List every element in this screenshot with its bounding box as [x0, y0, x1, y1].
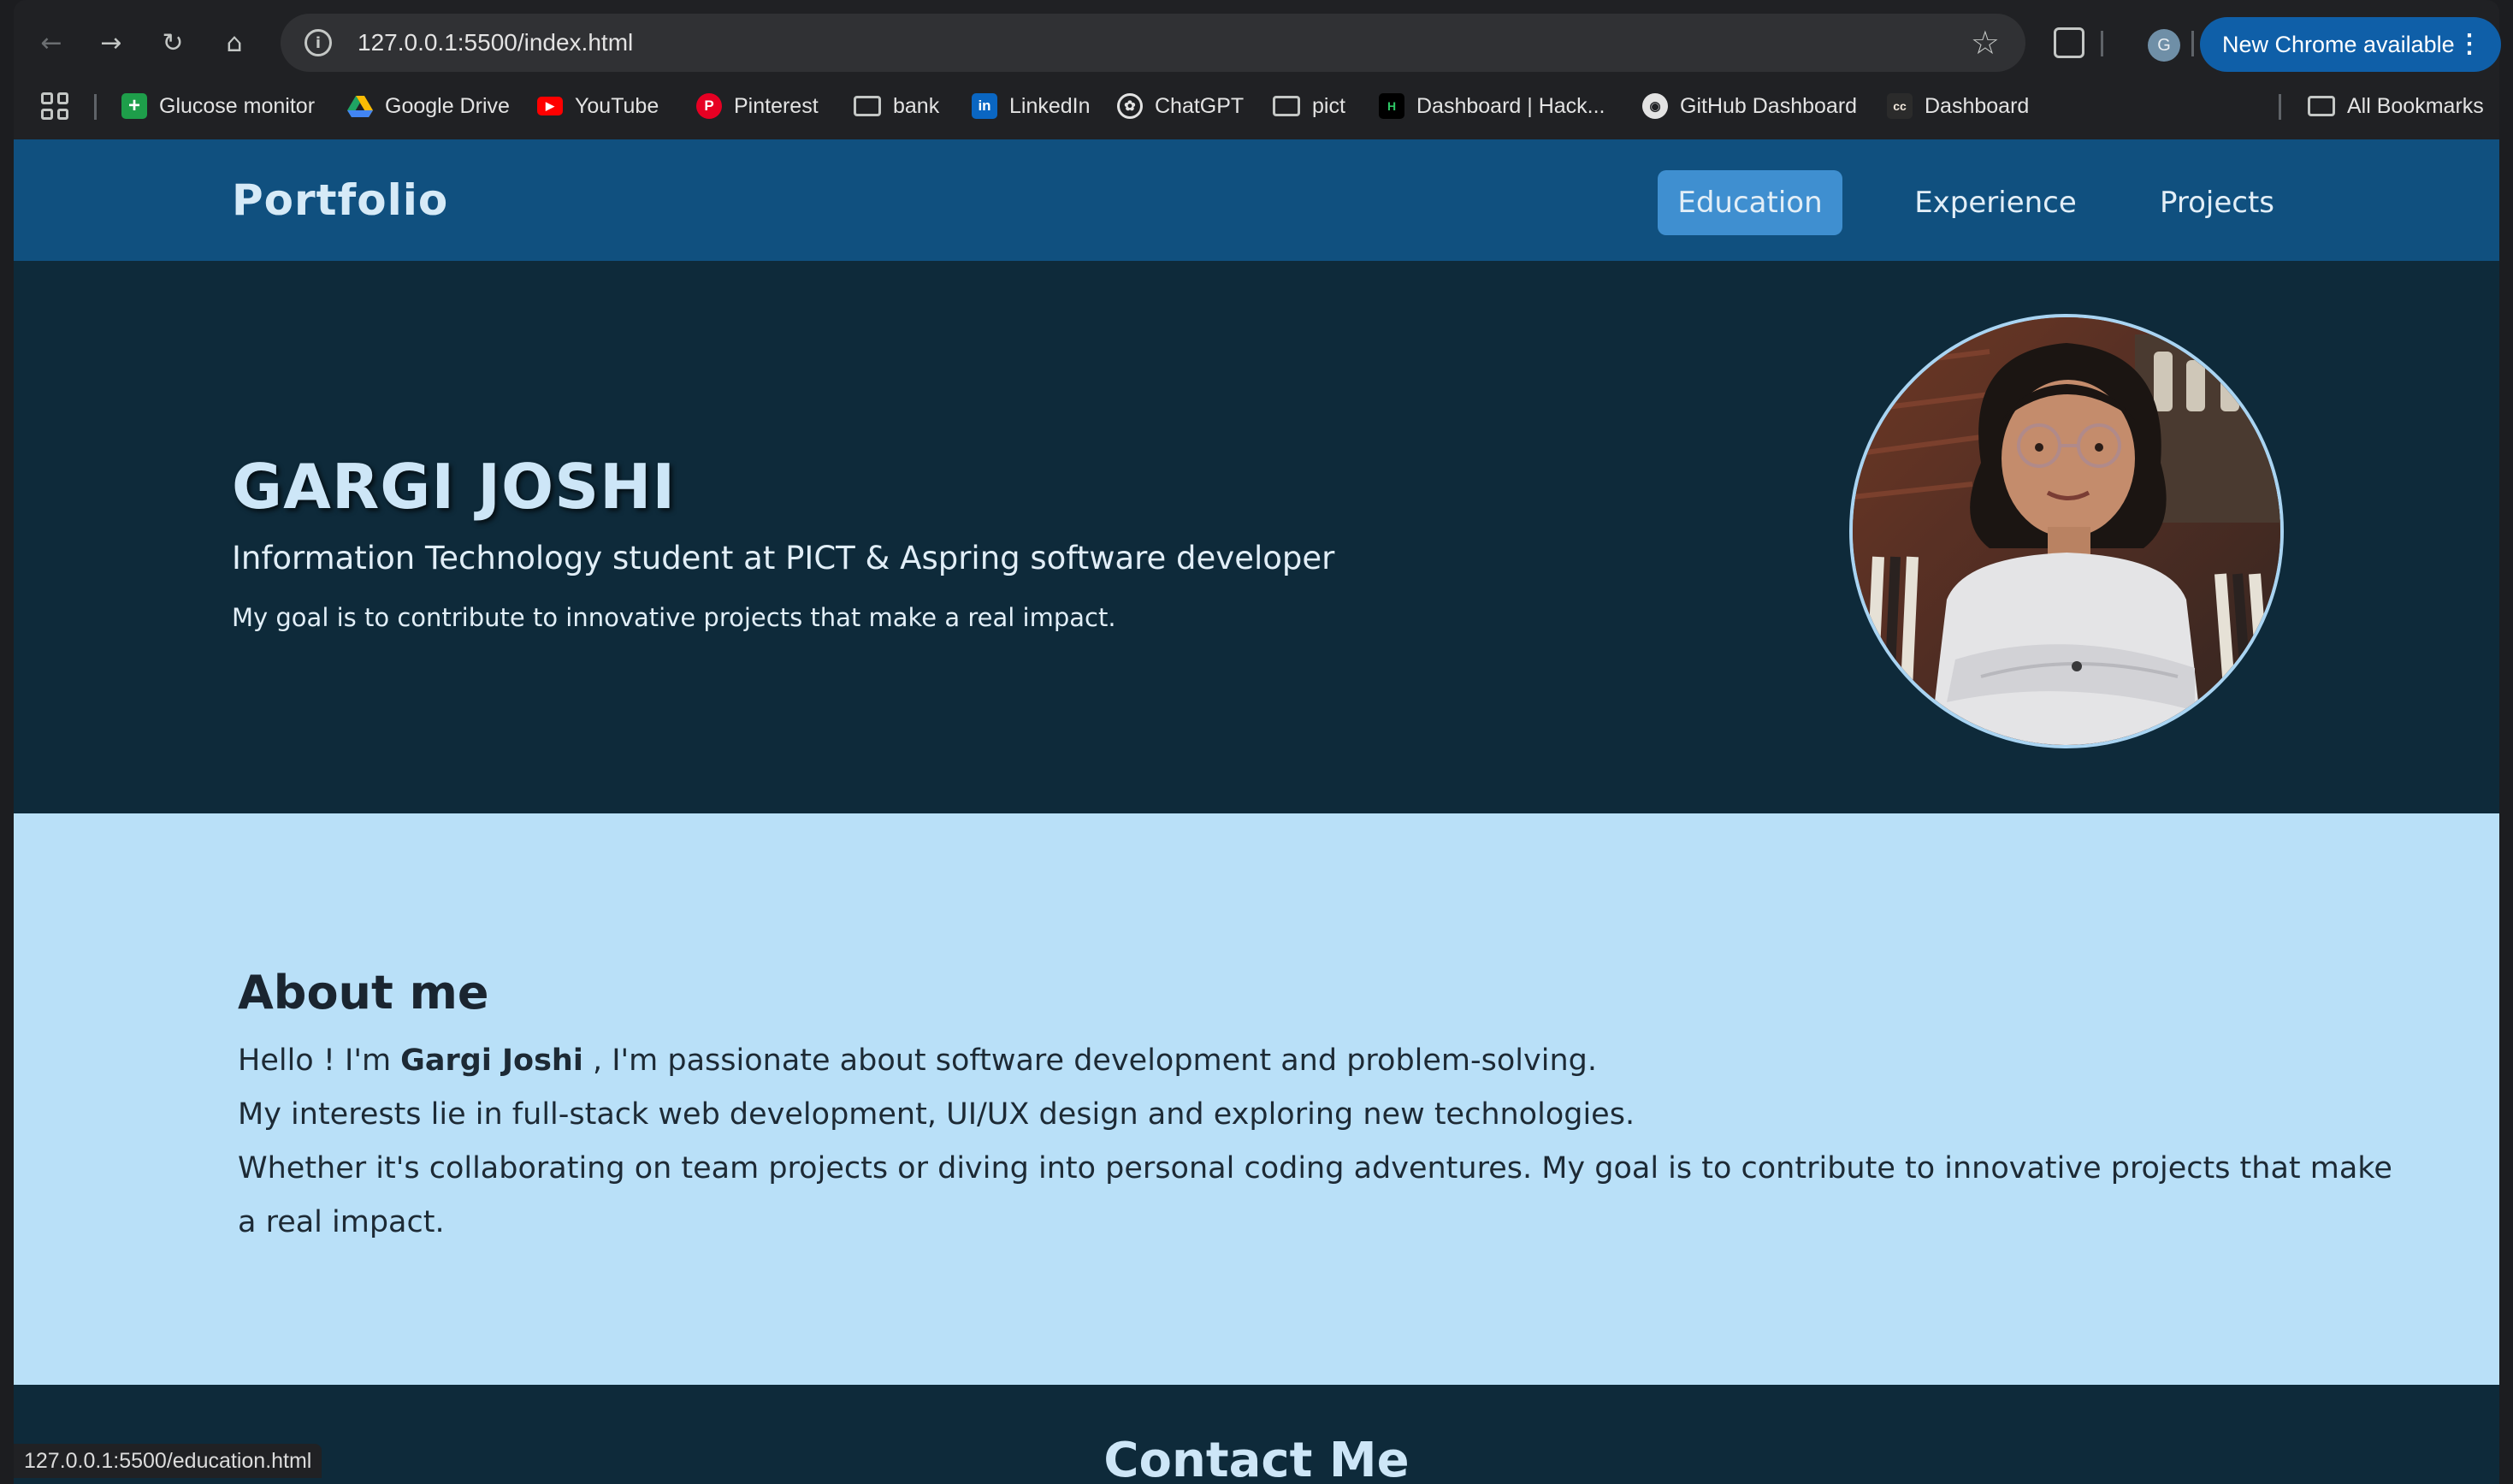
about-line-1: Hello ! I'm Gargi Joshi , I'm passionate…: [238, 1034, 2393, 1088]
about-passion: , I'm passionate about software developm…: [582, 1044, 1597, 1078]
bookmark-youtube[interactable]: ▶ YouTube: [537, 89, 659, 123]
extensions-icon[interactable]: [2054, 27, 2084, 58]
about-line-3: Whether it's collaborating on team proje…: [238, 1151, 2392, 1239]
bookmark-chatgpt[interactable]: ✿ ChatGPT: [1117, 89, 1244, 123]
about-title: About me: [238, 966, 489, 1020]
green-plus-icon: +: [121, 93, 147, 119]
contact-section: Contact Me: [14, 1385, 2499, 1484]
site-info-icon[interactable]: i: [305, 29, 332, 56]
site-brand[interactable]: Portfolio: [232, 175, 448, 225]
home-icon[interactable]: ⌂: [216, 24, 253, 62]
address-url[interactable]: 127.0.0.1:5500/index.html: [358, 29, 633, 56]
forward-arrow-icon[interactable]: →: [92, 24, 130, 62]
contact-title: Contact Me: [1103, 1433, 1410, 1484]
linkedin-icon: in: [972, 93, 997, 119]
toolbar-divider: [2101, 31, 2103, 56]
site-navbar: Portfolio Education Experience Projects: [14, 139, 2499, 261]
bookmark-github-dashboard[interactable]: ◉ GitHub Dashboard: [1642, 89, 1857, 123]
hero-subtitle: Information Technology student at PICT &…: [232, 540, 1335, 576]
hero-name: GARGI JOSHI: [232, 451, 677, 523]
chatgpt-icon: ✿: [1117, 93, 1143, 119]
about-line-2: My interests lie in full-stack web devel…: [238, 1097, 1635, 1132]
bookmark-label: GitHub Dashboard: [1680, 93, 1858, 118]
reload-icon[interactable]: ↻: [154, 24, 192, 62]
hackerrank-icon: H: [1379, 93, 1404, 119]
folder-icon: [854, 96, 881, 116]
bookmark-label: ChatGPT: [1155, 93, 1245, 118]
about-section: About me Hello ! I'm Gargi Joshi , I'm p…: [14, 813, 2499, 1385]
nav-projects-link[interactable]: Projects: [2126, 170, 2308, 235]
more-menu-icon[interactable]: ⋮: [2457, 29, 2482, 59]
back-arrow-icon[interactable]: ←: [33, 24, 70, 62]
bookmark-hackerrank-dashboard[interactable]: H Dashboard | Hack...: [1379, 89, 1605, 123]
bookmark-cc-dashboard[interactable]: cc Dashboard: [1887, 89, 2029, 123]
bookmark-glucose-monitor[interactable]: + Glucose monitor: [121, 89, 315, 123]
pinterest-icon: P: [696, 93, 722, 119]
folder-icon: [1273, 96, 1300, 116]
bookmark-label: LinkedIn: [1009, 93, 1091, 118]
github-icon: ◉: [1642, 93, 1668, 119]
web-page: Portfolio Education Experience Projects …: [14, 139, 2499, 1484]
profile-photo: [1849, 314, 2284, 748]
bookmark-label: Dashboard: [1925, 93, 2030, 118]
hero-section: GARGI JOSHI Information Technology stude…: [14, 261, 2499, 813]
bookmark-folder-bank[interactable]: bank: [854, 89, 939, 123]
bookmark-label: Glucose monitor: [159, 93, 316, 118]
all-bookmarks-button[interactable]: All Bookmarks: [2308, 89, 2484, 123]
bookmark-label: Dashboard | Hack...: [1416, 93, 1605, 118]
bookmark-label: YouTube: [575, 93, 659, 118]
bookmark-label: pict: [1312, 93, 1345, 118]
bookmark-google-drive[interactable]: Google Drive: [347, 89, 510, 123]
bookmark-pinterest[interactable]: P Pinterest: [696, 89, 819, 123]
browser-chrome: ← → ↻ ⌂ i 127.0.0.1:5500/index.html ☆ G …: [14, 0, 2501, 139]
bookmark-label: bank: [893, 93, 940, 118]
about-name: Gargi Joshi: [400, 1044, 583, 1078]
address-bar[interactable]: i 127.0.0.1:5500/index.html ☆: [281, 14, 2025, 72]
bookmark-label: Pinterest: [734, 93, 819, 118]
cc-icon: cc: [1887, 93, 1913, 119]
bookmark-folder-pict[interactable]: pict: [1273, 89, 1345, 123]
about-text: Hello ! I'm Gargi Joshi , I'm passionate…: [238, 1034, 2393, 1250]
nav-experience-link[interactable]: Experience: [1887, 170, 2104, 235]
hero-goal: My goal is to contribute to innovative p…: [232, 603, 1116, 632]
link-status-bar: 127.0.0.1:5500/education.html: [14, 1444, 322, 1478]
nav-education-link[interactable]: Education: [1658, 170, 1842, 235]
profile-avatar[interactable]: G: [2148, 29, 2180, 62]
browser-toolbar: ← → ↻ ⌂ i 127.0.0.1:5500/index.html ☆ G …: [14, 12, 2501, 74]
bookmarks-divider: [2279, 94, 2281, 120]
about-greeting: Hello ! I'm: [238, 1044, 401, 1078]
google-drive-icon: [347, 93, 373, 119]
all-bookmarks-label: All Bookmarks: [2347, 93, 2484, 118]
bookmark-linkedin[interactable]: in LinkedIn: [972, 89, 1091, 123]
new-chrome-available-button[interactable]: New Chrome available ⋮: [2200, 17, 2501, 72]
bookmarks-divider: [94, 94, 97, 120]
apps-grid-icon[interactable]: [41, 92, 68, 120]
bookmark-label: Google Drive: [385, 93, 510, 118]
bookmark-star-icon[interactable]: ☆: [1971, 24, 2000, 62]
update-label: New Chrome available: [2222, 31, 2455, 57]
folder-icon: [2308, 96, 2335, 116]
youtube-icon: ▶: [537, 97, 563, 115]
bookmarks-bar: + Glucose monitor Google Drive ▶ YouTube…: [14, 82, 2499, 128]
toolbar-divider: [2191, 31, 2194, 56]
